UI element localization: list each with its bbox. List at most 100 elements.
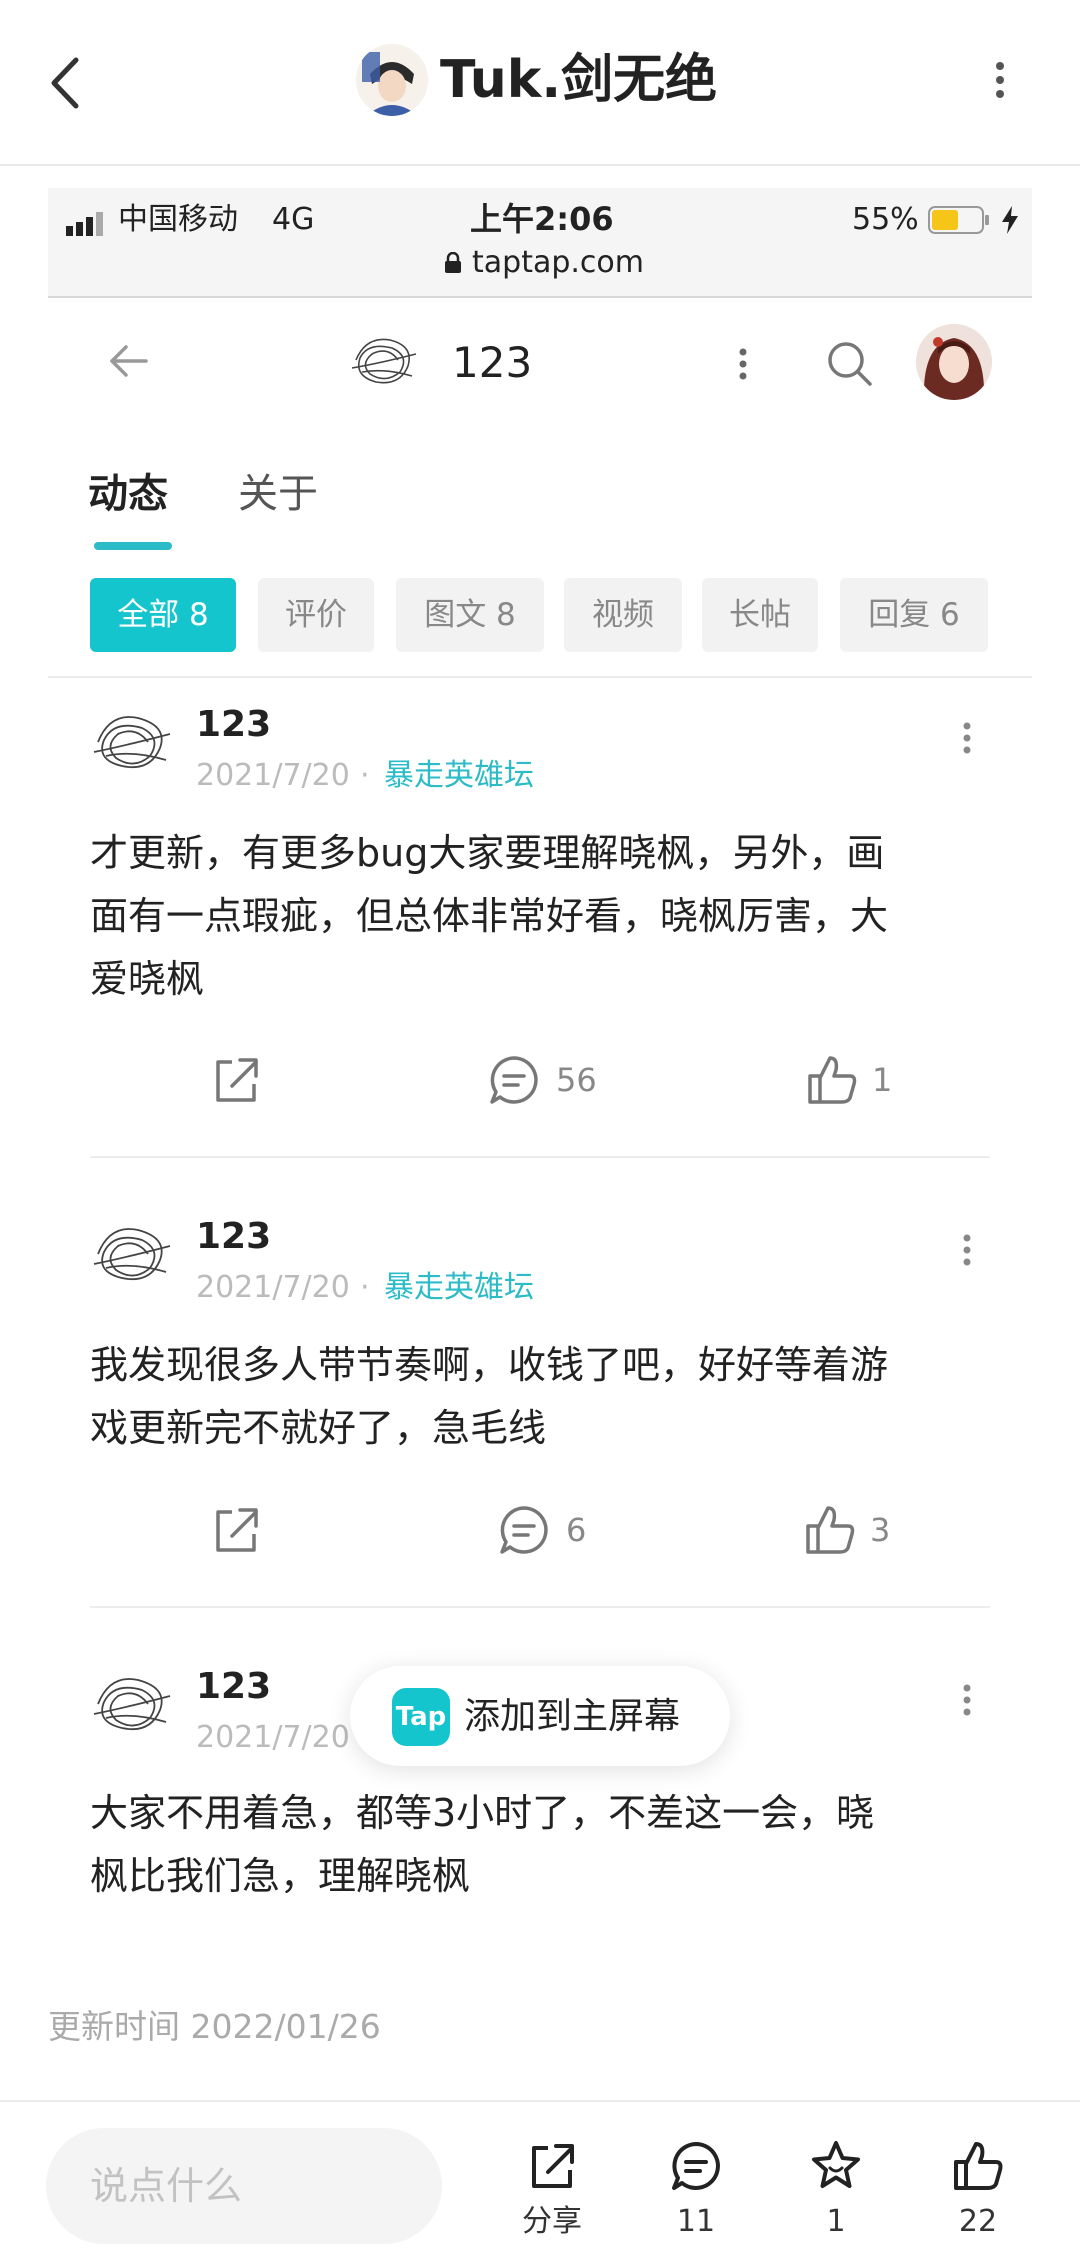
divider [90, 1156, 990, 1158]
charging-bolt-icon [1000, 204, 1020, 236]
clock: 上午2:06 [470, 200, 614, 238]
post-date: 2021/7/20 [196, 1720, 350, 1755]
comment-button[interactable]: 56 [484, 1050, 624, 1110]
post-avatar[interactable] [88, 1662, 176, 1750]
divider [48, 676, 1032, 678]
share-button[interactable] [206, 1500, 266, 1560]
page-title: Tuk.剑无绝 [440, 50, 718, 110]
share-icon [216, 1508, 258, 1552]
site-back-button[interactable] [100, 336, 160, 386]
post-body-line: 戏更新完不就好了，急毛线 [90, 1406, 547, 1450]
post-more-button[interactable] [954, 1228, 980, 1272]
star-icon [812, 2141, 860, 2188]
filter-reviews[interactable]: 评价 [258, 578, 374, 652]
like-icon [808, 1056, 857, 1104]
profile-name: 123 [452, 338, 533, 387]
back-button[interactable] [40, 48, 100, 118]
scribble-avatar [348, 326, 420, 398]
filter-all[interactable]: 全部 8 [90, 578, 236, 652]
post-body-line: 大家不用着急，都等3小时了，不差这一会，晓 [90, 1791, 875, 1835]
post-body[interactable]: 我发现很多人带节奏啊，收钱了吧，好好等着游 戏更新完不就好了，急毛线 [90, 1334, 1000, 1460]
comment-icon [500, 1506, 548, 1554]
post-forum-link[interactable]: 暴走英雄坛 [384, 1268, 534, 1308]
comment-button[interactable]: 6 [494, 1500, 614, 1560]
post-avatar[interactable] [88, 1212, 176, 1300]
profile-more-button[interactable] [730, 338, 756, 388]
filter-image-text[interactable]: 图文 8 [396, 578, 544, 652]
scribble-avatar [90, 1214, 174, 1298]
more-vertical-icon [996, 62, 1004, 98]
post-body-line: 才更新，有更多bug大家要理解晓枫，另外，画 [90, 831, 885, 875]
post-body[interactable]: 大家不用着急，都等3小时了，不差这一会，晓 枫比我们急，理解晓枫 [90, 1782, 1000, 1908]
toast-label: 添加到主屏幕 [464, 1696, 681, 1737]
share-icon [532, 2144, 574, 2188]
tab-guanyu[interactable]: 关于 [238, 466, 318, 522]
share-icon [216, 1058, 258, 1102]
avatar-illustration [916, 324, 992, 400]
search-button[interactable] [820, 334, 880, 394]
signal-icon [66, 212, 106, 236]
separator-dot: · [360, 758, 370, 793]
share-button[interactable] [206, 1050, 266, 1110]
taptap-logo: Tap [392, 1688, 450, 1746]
comment-count: 56 [556, 1061, 597, 1099]
scribble-avatar [90, 1664, 174, 1748]
comment-icon [490, 1056, 538, 1104]
my-avatar[interactable] [916, 324, 992, 400]
comment-count: 6 [566, 1511, 587, 1549]
like-count: 3 [870, 1511, 891, 1549]
like-count: 1 [872, 1061, 893, 1099]
author-avatar[interactable] [356, 44, 428, 116]
post-author[interactable]: 123 [196, 702, 271, 748]
like-button[interactable]: 3 [800, 1500, 910, 1560]
network-type: 4G [272, 202, 315, 237]
like-icon [954, 2142, 1003, 2190]
battery-percent: 55% [852, 202, 919, 237]
favorite-total: 1 [826, 2204, 846, 2239]
post-more-button[interactable] [954, 1678, 980, 1722]
favorite-action-button[interactable] [806, 2136, 866, 2196]
like-action-button[interactable] [948, 2136, 1008, 2196]
more-vertical-icon [739, 348, 747, 380]
carrier-name: 中国移动 [118, 202, 238, 237]
post-body[interactable]: 才更新，有更多bug大家要理解晓枫，另外，画 面有一点瑕疵，但总体非常好看，晓枫… [90, 822, 1000, 1011]
like-total: 22 [958, 2204, 998, 2239]
filter-long-posts[interactable]: 长帖 [702, 578, 818, 652]
more-vertical-icon [963, 1234, 971, 1266]
active-tab-indicator [94, 542, 172, 550]
post-date: 2021/7/20 [196, 1270, 350, 1305]
post-date: 2021/7/20 [196, 758, 350, 793]
divider [90, 1606, 990, 1608]
filter-replies[interactable]: 回复 6 [840, 578, 988, 652]
post-body-line: 面有一点瑕疵，但总体非常好看，晓枫厉害，大 [90, 894, 889, 938]
comment-input[interactable] [46, 2128, 442, 2244]
like-button[interactable]: 1 [802, 1050, 912, 1110]
battery-icon [928, 206, 990, 234]
share-action-button[interactable] [522, 2136, 582, 2196]
share-label: 分享 [522, 2204, 582, 2239]
post-body-line: 我发现很多人带节奏啊，收钱了吧，好好等着游 [90, 1343, 889, 1387]
scribble-avatar [90, 702, 174, 786]
back-arrow-icon [51, 57, 79, 109]
lock-icon [444, 251, 462, 274]
filter-videos[interactable]: 视频 [564, 578, 682, 652]
comments-action-button[interactable] [666, 2136, 726, 2196]
post-body-line: 枫比我们急，理解晓枫 [90, 1854, 471, 1898]
comment-icon [672, 2142, 720, 2190]
post-more-button[interactable] [954, 716, 980, 760]
avatar-illustration [356, 44, 428, 116]
more-vertical-icon [963, 722, 971, 754]
search-icon [828, 342, 872, 386]
comment-total: 11 [676, 2204, 716, 2239]
tab-dongtai[interactable]: 动态 [88, 466, 168, 522]
post-body-line: 爱晓枫 [90, 957, 205, 1001]
post-author[interactable]: 123 [196, 1664, 271, 1710]
separator-dot: · [360, 1270, 370, 1305]
more-options-button[interactable] [970, 50, 1030, 110]
post-avatar[interactable] [88, 700, 176, 788]
post-forum-link[interactable]: 暴走英雄坛 [384, 756, 534, 796]
more-vertical-icon [963, 1684, 971, 1716]
back-arrow-icon [110, 345, 148, 377]
user-avatar[interactable] [346, 324, 422, 400]
post-author[interactable]: 123 [196, 1214, 271, 1260]
